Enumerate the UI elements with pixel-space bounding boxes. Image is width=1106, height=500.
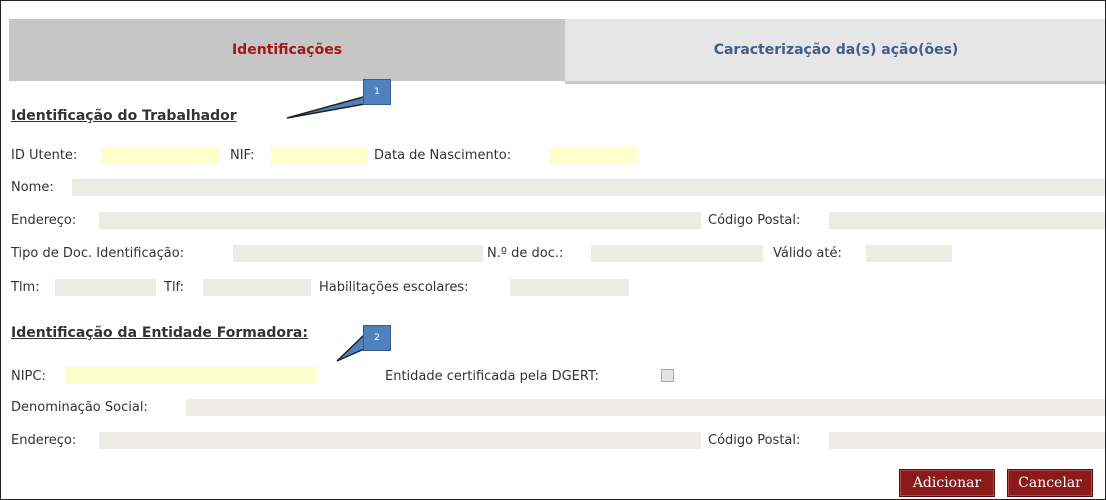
tlm-label: Tlm: <box>11 280 40 295</box>
habilitacoes-label: Habilitações escolares: <box>319 280 469 295</box>
nipc-field[interactable] <box>65 367 317 384</box>
id-utente-field[interactable] <box>101 147 219 164</box>
codigo-postal-label: Código Postal: <box>708 213 801 228</box>
endereco-field[interactable] <box>99 212 701 229</box>
birth-date-label: Data de Nascimento: <box>374 148 512 163</box>
doc-number-label: N.º de doc.: <box>487 246 564 261</box>
denominacao-label: Denominação Social: <box>11 400 148 415</box>
entity-section-title: Identificação da Entidade Formadora: <box>11 325 308 341</box>
codigo-postal-field[interactable] <box>829 212 1105 229</box>
nif-field[interactable] <box>271 147 367 164</box>
nipc-label: NIPC: <box>11 369 46 384</box>
callout-marker-1: 1 <box>363 79 391 105</box>
add-button[interactable]: Adicionar <box>899 469 995 497</box>
callout-marker-2: 2 <box>363 325 391 351</box>
worker-section-title: Identificação do Trabalhador <box>11 108 237 124</box>
denominacao-field[interactable] <box>186 399 1105 416</box>
id-utente-label: ID Utente: <box>11 148 78 163</box>
nome-field[interactable] <box>72 179 1105 196</box>
doc-number-field[interactable] <box>591 245 763 262</box>
tlm-field[interactable] <box>55 279 156 296</box>
entity-codigo-postal-label: Código Postal: <box>708 433 801 448</box>
nif-label: NIF: <box>230 148 255 163</box>
nome-label: Nome: <box>11 180 54 195</box>
endereco-label: Endereço: <box>11 213 77 228</box>
doc-type-field[interactable] <box>233 245 483 262</box>
birth-date-field[interactable] <box>550 147 637 164</box>
tlf-label: Tlf: <box>164 280 185 295</box>
doc-type-label: Tipo de Doc. Identificação: <box>11 246 185 261</box>
habilitacoes-field[interactable] <box>510 279 629 296</box>
dgert-certified-label: Entidade certificada pela DGERT: <box>385 369 599 384</box>
valid-until-field[interactable] <box>866 245 952 262</box>
dgert-certified-checkbox[interactable] <box>661 369 674 382</box>
entity-codigo-postal-field[interactable] <box>829 432 1105 449</box>
form-window: Identificações Caracterização da(s) ação… <box>0 0 1106 500</box>
entity-endereco-field[interactable] <box>99 432 701 449</box>
tlf-field[interactable] <box>203 279 311 296</box>
entity-endereco-label: Endereço: <box>11 433 77 448</box>
valid-until-label: Válido até: <box>773 246 842 261</box>
cancel-button[interactable]: Cancelar <box>1007 469 1093 497</box>
